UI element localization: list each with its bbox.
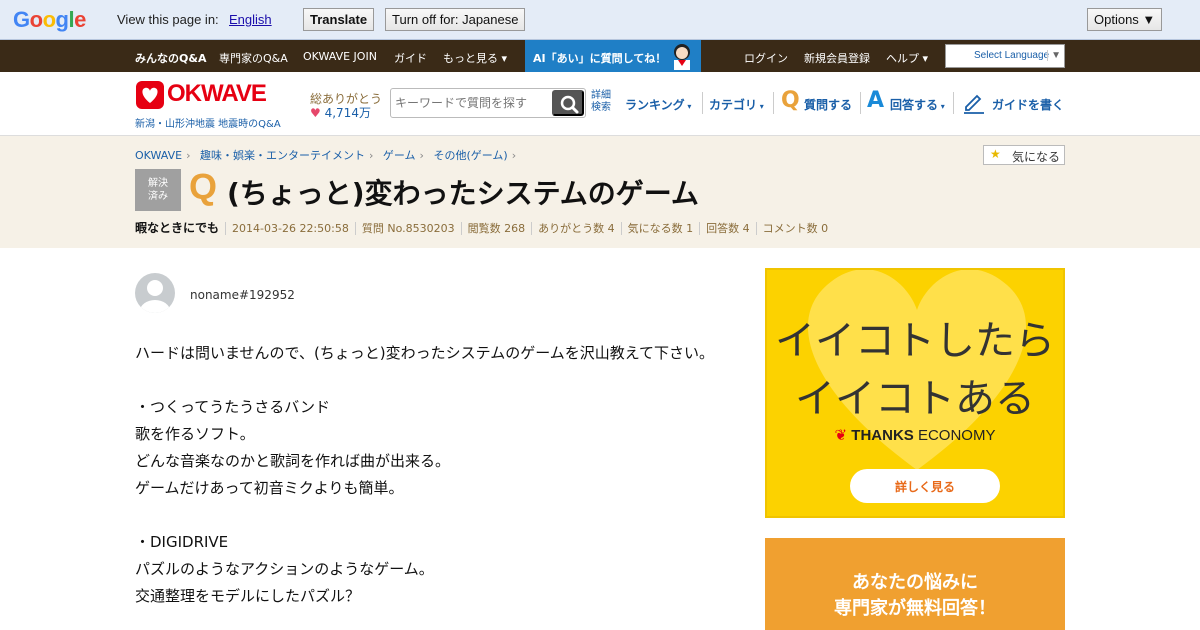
advanced-search-link[interactable]: 詳細検索 (591, 90, 615, 114)
kininaru-count: 気になる数 1 (620, 222, 700, 235)
expert-ad[interactable]: あなたの悩みに 専門家が無料回答！ (765, 538, 1065, 630)
question-subtitle: 暇なときにでも (135, 221, 220, 235)
comment-count: コメント数 0 (755, 222, 835, 235)
ai-banner-text: AI「あい」に質問してね！ (533, 52, 667, 65)
question-header: OKWAVE › 趣味・娯楽・エンターテイメント › ゲーム › その他(ゲーム) › … (0, 136, 1200, 248)
a-icon: A (867, 88, 885, 113)
heart-icon: ♥ (310, 106, 321, 120)
body-line: パズルのようなアクションのようなゲーム。 (135, 560, 434, 578)
search-input[interactable] (395, 94, 550, 112)
q-icon: Q (781, 88, 800, 113)
kininaru-button[interactable]: ★ 気になる (983, 145, 1065, 165)
nav-help[interactable]: ヘルプ ▾ (886, 50, 928, 66)
breadcrumb-okwave[interactable]: OKWAVE (135, 149, 182, 162)
body-line: ゲームだけあって初音ミクよりも簡単。 (135, 479, 404, 497)
search-button[interactable] (552, 90, 584, 116)
avatar[interactable] (135, 273, 175, 313)
body-line (135, 502, 725, 529)
body-line: 歌を作るソフト。 (135, 425, 255, 443)
translate-bar: Google View this page in: English Transl… (0, 0, 1200, 40)
nav-register[interactable]: 新規会員登録 (804, 50, 870, 66)
earthquake-link[interactable]: 新潟・山形沖地震 地震時のQ&A (135, 115, 281, 130)
view-page-in-label: View this page in: (117, 12, 219, 27)
answer-menu[interactable]: A 回答する ▾ (867, 88, 945, 113)
divider (860, 92, 861, 114)
search-icon (560, 95, 579, 114)
pencil-icon (964, 94, 984, 114)
question-q-icon: Q (189, 166, 218, 207)
body-line: どんな音楽なのかと歌詞を作れば曲が出来る。 (135, 452, 451, 470)
question-body: ハードは問いませんので、(ちょっと)変わったシステムのゲームを沢山教えて下さい。… (135, 340, 725, 610)
ad-brand: ❦ THANKS ECONOMY (834, 427, 996, 444)
chevron-right-icon: › (419, 149, 424, 162)
chevron-right-icon: › (368, 149, 374, 162)
user-icon (140, 280, 170, 313)
solved-badge: 解決 済み (135, 169, 181, 211)
nav-more[interactable]: もっと見る ▾ (443, 50, 507, 66)
ad2-headline-2: 専門家が無料回答！ (834, 598, 996, 619)
heart-logo-icon (136, 81, 164, 109)
answer-count: 回答数 4 (699, 222, 756, 235)
ai-character-icon (674, 44, 690, 70)
dropdown-arrow-icon: ▾ (757, 102, 764, 111)
nav-expert-qa[interactable]: 専門家のQ&A (219, 50, 288, 66)
dropdown-arrow-icon: ▾ (684, 102, 692, 111)
page-title: (ちょっと)変わったシステムのゲーム (227, 177, 699, 210)
turn-off-button[interactable]: Turn off for: Japanese (385, 8, 526, 31)
nav-login[interactable]: ログイン (744, 50, 788, 66)
logo-text: OKWAVE (167, 80, 267, 107)
chevron-right-icon: › (511, 149, 517, 162)
ai-banner[interactable]: AI「あい」に質問してね！ (525, 40, 701, 72)
question-meta: 暇なときにでも 2014-03-26 22:50:58 質問 No.8530203 閲… (135, 219, 835, 236)
ranking-menu[interactable]: ランキング ▾ (625, 96, 691, 113)
nav-okwave-join[interactable]: OKWAVE JOIN (303, 50, 377, 63)
site-header: OKWAVE 新潟・山形沖地震 地震時のQ&A 総ありがとう ♥ 4,714万 … (0, 72, 1200, 136)
body-line: ・つくってうたうさるバンド (135, 398, 331, 416)
ad-headline-2: イイコトある (795, 376, 1035, 422)
language-select[interactable]: Select Language ▼ (945, 44, 1065, 68)
search-box (390, 88, 586, 118)
question-date: 2014-03-26 22:50:58 (225, 222, 355, 235)
nav-guide[interactable]: ガイド (394, 50, 427, 66)
language-link[interactable]: English (229, 12, 272, 27)
write-guide-link[interactable]: ガイドを書く (962, 94, 1064, 114)
thanks-economy-ad[interactable]: イイコトしたら イイコトある ❦ THANKS ECONOMY 詳しく見る (765, 268, 1065, 518)
chevron-right-icon: › (186, 149, 191, 162)
view-count: 閲覧数 268 (460, 222, 532, 235)
body-line: 交通整理をモデルにしたパズル？ (135, 587, 361, 605)
knot-icon: ❦ (834, 427, 852, 444)
nav-minna-qa[interactable]: みんなのQ&A (135, 50, 206, 66)
total-thanks-count: ♥ 4,714万 (310, 106, 371, 120)
breadcrumb-hobby[interactable]: 趣味・娯楽・エンターテイメント (200, 149, 365, 162)
ad2-headline-1: あなたの悩みに (852, 572, 978, 593)
star-icon: ★ (990, 147, 1001, 161)
thanks-count: ありがとう数 4 (531, 222, 621, 235)
divider (702, 92, 703, 114)
breadcrumb-game[interactable]: ゲーム (383, 149, 416, 162)
divider (773, 92, 774, 114)
body-line: ハードは問いませんので、(ちょっと)変わったシステムのゲームを沢山教えて下さい。 (135, 344, 715, 362)
breadcrumb-other-game[interactable]: その他(ゲーム) (433, 149, 507, 162)
username[interactable]: noname#192952 (190, 288, 295, 302)
ad-details-button[interactable]: 詳しく見る (850, 469, 1000, 503)
category-menu[interactable]: カテゴリ ▾ (709, 96, 764, 113)
dropdown-arrow-icon: ▾ (938, 102, 945, 111)
google-logo: Google (13, 7, 86, 32)
divider (953, 92, 954, 114)
body-line: ・DIGIDRIVE (135, 533, 229, 551)
ask-question-link[interactable]: Q 質問する (781, 88, 852, 113)
language-select-label: Select Language (974, 50, 1050, 61)
ad-headline-1: イイコトしたら (775, 318, 1055, 364)
translate-button[interactable]: Translate (303, 8, 375, 31)
options-button[interactable]: Options ▼ (1087, 8, 1163, 31)
question-number: 質問 No.8530203 (354, 222, 461, 235)
breadcrumb: OKWAVE › 趣味・娯楽・エンターテイメント › ゲーム › その他(ゲーム) › (135, 147, 522, 163)
okwave-logo[interactable]: OKWAVE (135, 80, 295, 110)
body-line (135, 367, 725, 394)
chevron-down-icon: ▼ (1047, 50, 1061, 61)
